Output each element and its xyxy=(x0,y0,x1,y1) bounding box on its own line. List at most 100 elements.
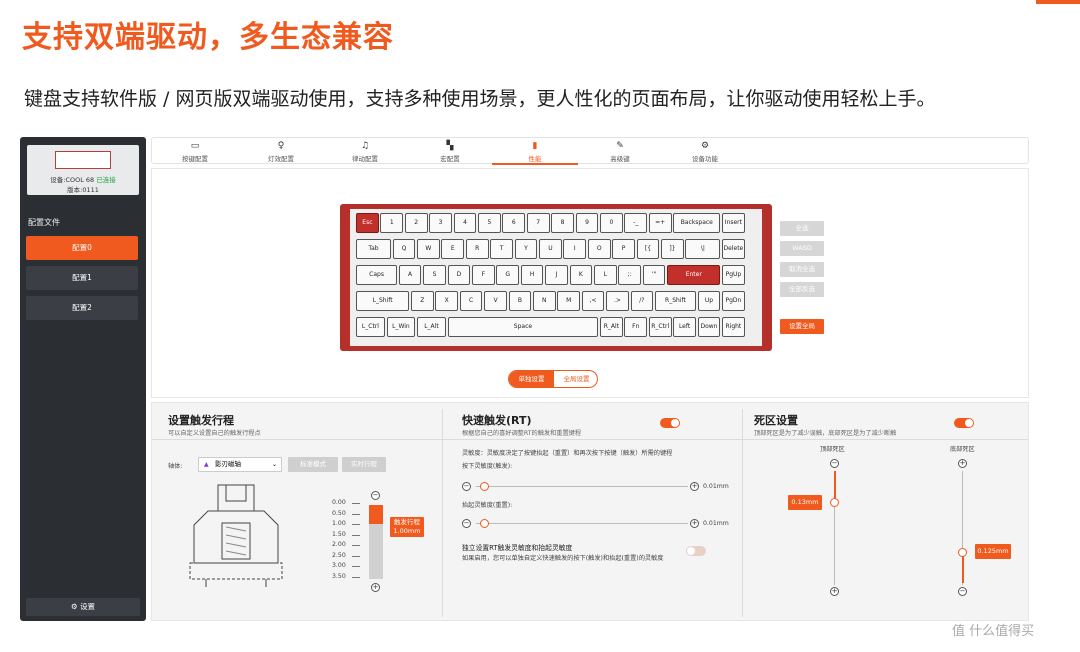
key-0-9[interactable]: 9 xyxy=(575,213,599,233)
key-2-2[interactable]: S xyxy=(423,265,446,285)
key-0-14[interactable]: Insert xyxy=(722,213,745,233)
key-3-7[interactable]: M xyxy=(557,291,581,311)
deselect-all-button[interactable]: 取消全选 xyxy=(780,262,824,277)
key-4-6[interactable]: R_Ctrl xyxy=(648,317,672,337)
key-2-7[interactable]: J xyxy=(545,265,568,285)
key-4-3[interactable]: Space xyxy=(447,317,599,337)
key-0-5[interactable]: 5 xyxy=(478,213,501,233)
independent-toggle[interactable] xyxy=(686,546,706,556)
release-increase-button[interactable]: + xyxy=(690,519,699,528)
key-1-6[interactable]: Y xyxy=(514,239,538,259)
key-2-9[interactable]: L xyxy=(593,265,617,285)
key-3-3[interactable]: C xyxy=(459,291,483,311)
tab-device-functions[interactable]: ⚙ 设备功能 xyxy=(662,138,748,165)
release-slider-track[interactable] xyxy=(476,523,688,524)
key-2-4[interactable]: F xyxy=(471,265,495,285)
invert-selection-button[interactable]: 全部反选 xyxy=(780,282,824,297)
key-3-11[interactable]: R_Shift xyxy=(654,291,696,311)
axis-select[interactable]: ▲ 影刃磁轴 ⌄ xyxy=(198,457,282,472)
key-0-6[interactable]: 6 xyxy=(502,213,526,233)
key-1-12[interactable]: ]} xyxy=(661,239,684,259)
key-3-13[interactable]: PgDn xyxy=(722,291,745,311)
key-2-6[interactable]: H xyxy=(520,265,544,285)
key-3-4[interactable]: V xyxy=(484,291,507,311)
select-all-button[interactable]: 全选 xyxy=(780,221,824,236)
key-0-2[interactable]: 2 xyxy=(404,213,428,233)
key-4-7[interactable]: Left xyxy=(673,317,696,337)
tab-lighting[interactable]: ♀ 灯效配置 xyxy=(238,138,324,165)
key-0-4[interactable]: 4 xyxy=(453,213,477,233)
key-1-9[interactable]: O xyxy=(587,239,611,259)
key-3-9[interactable]: .> xyxy=(606,291,629,311)
settings-button[interactable]: ⚙ 设置 xyxy=(26,598,140,616)
key-0-13[interactable]: Backspace xyxy=(673,213,721,233)
key-1-7[interactable]: U xyxy=(539,239,562,259)
key-1-13[interactable]: \| xyxy=(685,239,721,259)
key-2-8[interactable]: K xyxy=(569,265,593,285)
key-4-5[interactable]: Fn xyxy=(624,317,648,337)
key-0-10[interactable]: 0 xyxy=(600,213,623,233)
key-4-2[interactable]: L_Alt xyxy=(417,317,446,337)
key-4-1[interactable]: L_Win xyxy=(386,317,416,337)
release-slider-knob[interactable] xyxy=(480,519,489,528)
top-deadzone-decrease-button[interactable]: − xyxy=(830,459,839,468)
key-1-8[interactable]: I xyxy=(563,239,587,259)
bottom-deadzone-decrease-button[interactable]: − xyxy=(958,587,967,596)
travel-decrease-button[interactable]: − xyxy=(371,491,380,500)
realtime-travel-button[interactable]: 实时行程 xyxy=(342,457,386,472)
key-1-10[interactable]: P xyxy=(612,239,635,259)
key-4-4[interactable]: R_Alt xyxy=(600,317,623,337)
key-1-2[interactable]: W xyxy=(417,239,440,259)
bottom-deadzone-knob[interactable] xyxy=(958,548,967,557)
tab-key-config[interactable]: ▭ 按键配置 xyxy=(152,138,238,165)
standard-mode-button[interactable]: 标准模式 xyxy=(288,457,338,472)
key-1-11[interactable]: [{ xyxy=(636,239,660,259)
key-0-11[interactable]: -_ xyxy=(624,213,648,233)
key-2-5[interactable]: G xyxy=(496,265,520,285)
bottom-deadzone-increase-button[interactable]: + xyxy=(958,459,967,468)
key-2-10[interactable]: ;: xyxy=(618,265,642,285)
press-slider-knob[interactable] xyxy=(480,482,489,491)
global-mode-button[interactable]: 全局设置 xyxy=(554,371,597,387)
config-item-0[interactable]: 配置0 xyxy=(26,236,138,260)
key-2-0[interactable]: Caps xyxy=(356,265,398,285)
tab-advanced-keys[interactable]: ✎ 高级键 xyxy=(577,138,663,165)
travel-increase-button[interactable]: + xyxy=(371,583,380,592)
key-4-8[interactable]: Down xyxy=(697,317,721,337)
tab-macro[interactable]: ▚ 宏配置 xyxy=(407,138,493,165)
press-increase-button[interactable]: + xyxy=(690,482,699,491)
press-decrease-button[interactable]: − xyxy=(462,482,471,491)
key-0-0[interactable]: Esc xyxy=(356,213,379,233)
key-1-1[interactable]: Q xyxy=(392,239,416,259)
key-3-6[interactable]: N xyxy=(532,291,556,311)
key-0-12[interactable]: =+ xyxy=(648,213,672,233)
key-4-0[interactable]: L_Ctrl xyxy=(356,317,385,337)
key-0-8[interactable]: 8 xyxy=(551,213,574,233)
key-4-9[interactable]: Right xyxy=(722,317,745,337)
key-0-3[interactable]: 3 xyxy=(429,213,452,233)
deadzone-toggle[interactable] xyxy=(954,418,974,428)
release-decrease-button[interactable]: − xyxy=(462,519,471,528)
key-3-12[interactable]: Up xyxy=(697,291,721,311)
press-slider-track[interactable] xyxy=(476,486,688,487)
key-1-0[interactable]: Tab xyxy=(356,239,391,259)
config-item-2[interactable]: 配置2 xyxy=(26,296,138,320)
key-1-14[interactable]: Delete xyxy=(722,239,745,259)
key-2-3[interactable]: D xyxy=(447,265,471,285)
key-0-1[interactable]: 1 xyxy=(380,213,404,233)
key-1-3[interactable]: E xyxy=(441,239,465,259)
key-0-7[interactable]: 7 xyxy=(526,213,550,233)
top-deadzone-knob[interactable] xyxy=(830,498,839,507)
top-deadzone-increase-button[interactable]: + xyxy=(830,587,839,596)
key-3-2[interactable]: X xyxy=(435,291,459,311)
key-2-1[interactable]: A xyxy=(398,265,422,285)
config-item-1[interactable]: 配置1 xyxy=(26,266,138,290)
set-global-button[interactable]: 设置全局 xyxy=(780,319,824,334)
key-2-11[interactable]: '" xyxy=(642,265,666,285)
key-3-0[interactable]: L_Shift xyxy=(356,291,410,311)
tab-performance[interactable]: ▮ 性能 xyxy=(492,138,578,165)
single-mode-button[interactable]: 单独设置 xyxy=(509,371,554,387)
key-3-10[interactable]: /? xyxy=(630,291,654,311)
travel-bar-track[interactable] xyxy=(369,505,383,579)
tab-rhythm[interactable]: ♫ 律动配置 xyxy=(322,138,408,165)
